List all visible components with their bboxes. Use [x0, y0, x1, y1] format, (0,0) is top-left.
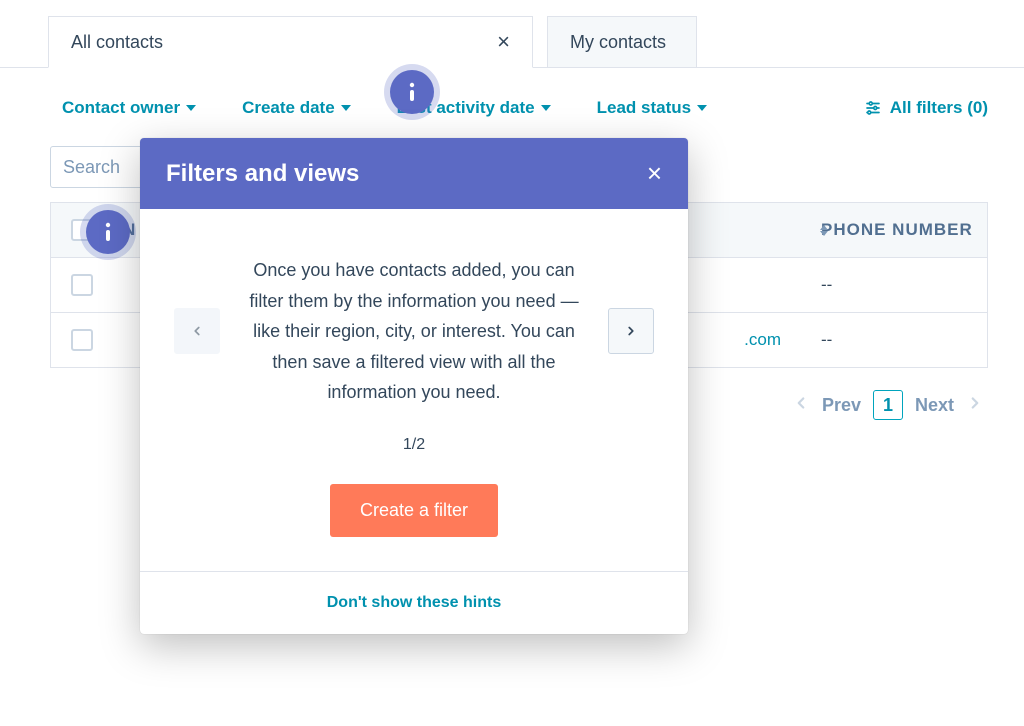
chevron-down-icon	[186, 105, 196, 111]
info-beacon-icon[interactable]	[86, 210, 130, 254]
popover-title: Filters and views	[166, 160, 359, 188]
chevron-right-icon[interactable]	[966, 394, 984, 417]
filter-label: All filters (0)	[890, 98, 988, 118]
chevron-left-icon[interactable]	[792, 394, 810, 417]
filter-contact-owner[interactable]: Contact owner	[62, 98, 196, 118]
column-sort-icon[interactable]	[814, 225, 828, 236]
tab-my-contacts[interactable]: My contacts	[547, 16, 697, 68]
tab-label: My contacts	[570, 32, 666, 53]
chevron-down-icon	[697, 105, 707, 111]
popover-header: Filters and views ×	[140, 138, 688, 209]
filter-bar: Contact owner Create date Last activity …	[0, 68, 1024, 118]
popover-next-button[interactable]	[608, 308, 654, 354]
dismiss-hints-link[interactable]: Don't show these hints	[327, 594, 501, 611]
popover-arrow	[404, 138, 428, 140]
close-icon[interactable]: ×	[467, 29, 510, 55]
filter-label: Create date	[242, 98, 335, 118]
pagination-next[interactable]: Next	[915, 395, 954, 416]
filter-create-date[interactable]: Create date	[242, 98, 351, 118]
search-placeholder: Search	[63, 157, 120, 178]
tab-all-contacts[interactable]: All contacts ×	[48, 16, 533, 68]
row-checkbox[interactable]	[71, 329, 93, 351]
view-tabs: All contacts × My contacts	[0, 0, 1024, 68]
filter-lead-status[interactable]: Lead status	[597, 98, 707, 118]
filter-label: Contact owner	[62, 98, 180, 118]
filter-label: Lead status	[597, 98, 691, 118]
pagination-page[interactable]: 1	[873, 390, 903, 420]
popover-body-text: Once you have contacts added, you can fi…	[242, 255, 586, 408]
tab-label: All contacts	[71, 32, 163, 53]
cell-phone: --	[797, 330, 987, 350]
sliders-icon	[864, 99, 882, 117]
all-filters-button[interactable]: All filters (0)	[864, 98, 988, 118]
popover-step-counter: 1/2	[140, 436, 688, 454]
info-beacon-icon[interactable]	[390, 70, 434, 114]
chevron-down-icon	[341, 105, 351, 111]
pagination-prev[interactable]: Prev	[822, 395, 861, 416]
chevron-down-icon	[541, 105, 551, 111]
row-checkbox[interactable]	[71, 274, 93, 296]
onboarding-popover: Filters and views × Once you have contac…	[140, 138, 688, 634]
create-filter-button[interactable]: Create a filter	[330, 484, 498, 537]
close-icon[interactable]: ×	[647, 158, 662, 189]
popover-prev-button	[174, 308, 220, 354]
cell-phone: --	[797, 275, 987, 295]
